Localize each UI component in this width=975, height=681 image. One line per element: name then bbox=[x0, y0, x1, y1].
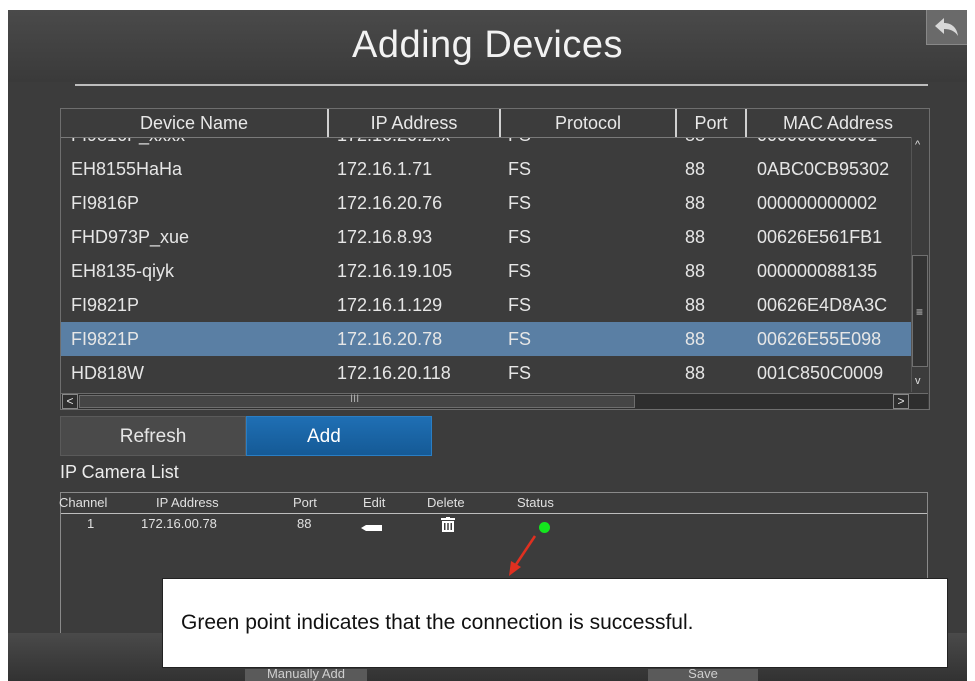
cell-port: 88 bbox=[685, 363, 706, 383]
trash-icon[interactable] bbox=[440, 517, 456, 533]
table-row[interactable]: EH8135-qiyk 172.16.19.105 FS 88 00000008… bbox=[61, 254, 911, 288]
column-header-port: Port bbox=[293, 495, 317, 510]
cell-ip-address: 172.16.20.118 bbox=[337, 363, 451, 383]
edit-icon[interactable] bbox=[361, 523, 383, 533]
cell-protocol: FS bbox=[508, 138, 531, 152]
scroll-down-icon[interactable]: v bbox=[915, 375, 921, 387]
cell-port: 88 bbox=[297, 516, 312, 531]
cell-port: 88 bbox=[685, 193, 706, 213]
cell-device-name: EH8155HaHa bbox=[71, 159, 183, 179]
cell-mac-address: 0ABC0CB95302 bbox=[757, 159, 890, 179]
cell-ip-address: 172.16.19.105 bbox=[337, 261, 453, 281]
page-title: Adding Devices bbox=[351, 24, 624, 66]
cell-mac-address: 001C850C0009 bbox=[757, 363, 884, 383]
table-row[interactable]: FI9816P 172.16.20.76 FS 88 000000000002 bbox=[61, 186, 911, 220]
cell-device-name: FI9821P bbox=[71, 295, 140, 315]
cell-mac-address: 000000000001 bbox=[757, 138, 877, 152]
column-header-delete: Delete bbox=[427, 495, 465, 510]
column-header-device-name[interactable]: Device Name bbox=[61, 109, 329, 137]
column-header-ip-address: IP Address bbox=[156, 495, 219, 510]
cell-port: 88 bbox=[685, 295, 706, 315]
cell-ip-address: 172.16.20.2xx bbox=[337, 138, 450, 152]
cell-mac-address: 00626E561FB1 bbox=[757, 227, 883, 247]
cell-ip-address: 172.16.00.78 bbox=[141, 516, 217, 531]
cell-device-name: EH8135-qiyk bbox=[71, 261, 175, 281]
column-header-protocol[interactable]: Protocol bbox=[501, 109, 677, 137]
horizontal-scroll-thumb[interactable]: III bbox=[79, 393, 635, 408]
cell-protocol: FS bbox=[508, 295, 532, 315]
cell-mac-address: 000000000002 bbox=[757, 193, 878, 213]
table-row[interactable]: HD818W 172.16.20.118 FS 88 001C850C0009 bbox=[61, 356, 911, 390]
cell-port: 88 bbox=[685, 261, 706, 281]
manually-add-button[interactable]: Manually Add bbox=[245, 669, 367, 681]
scroll-up-icon[interactable]: ^ bbox=[915, 139, 920, 151]
cell-protocol: FS bbox=[508, 193, 532, 213]
device-table: Device Name IP Address Protocol Port MAC… bbox=[60, 108, 930, 410]
ip-camera-list-label: IP Camera List bbox=[60, 462, 179, 482]
table-row-selected[interactable]: FI9821P 172.16.20.78 FS 88 00626E55E098 bbox=[61, 322, 911, 356]
add-button[interactable]: Add bbox=[246, 416, 432, 456]
back-arrow-icon bbox=[935, 18, 958, 36]
annotation-callout: Green point indicates that the connectio… bbox=[162, 578, 948, 668]
title-bar: Adding Devices bbox=[8, 10, 967, 82]
grip-icon: ≡ bbox=[916, 305, 924, 319]
callout-text: Green point indicates that the connectio… bbox=[181, 611, 694, 634]
vertical-scroll-thumb[interactable]: ≡ bbox=[912, 255, 928, 367]
column-header-ip-address[interactable]: IP Address bbox=[329, 109, 501, 137]
table-row[interactable]: FI9816P_xxxx 172.16.20.2xx FS 88 0000000… bbox=[61, 138, 911, 152]
cell-port: 88 bbox=[685, 227, 706, 247]
cell-protocol: FS bbox=[508, 261, 532, 281]
column-header-port[interactable]: Port bbox=[677, 109, 747, 137]
scroll-left-icon[interactable]: < bbox=[62, 394, 78, 409]
cell-ip-address: 172.16.20.78 bbox=[337, 329, 443, 349]
cell-device-name: FHD973P_xue bbox=[71, 227, 190, 247]
column-header-mac-address[interactable]: MAC Address bbox=[747, 109, 929, 137]
table-row[interactable]: FI9821P 172.16.1.129 FS 88 00626E4D8A3C bbox=[61, 288, 911, 322]
callout-arrow-icon bbox=[509, 535, 537, 576]
column-header-edit: Edit bbox=[363, 495, 386, 510]
cell-channel: 1 bbox=[87, 516, 95, 531]
header-divider bbox=[61, 137, 911, 138]
cell-mac-address: 00626E4D8A3C bbox=[757, 295, 888, 315]
table-row[interactable]: FHD973P_xue 172.16.8.93 FS 88 00626E561F… bbox=[61, 220, 911, 254]
cell-device-name: FI9816P bbox=[71, 193, 140, 213]
horizontal-scrollbar[interactable]: < III > bbox=[61, 393, 928, 409]
cell-port: 88 bbox=[685, 138, 705, 152]
vertical-scrollbar[interactable]: ^ ≡ v bbox=[911, 137, 929, 392]
cell-protocol: FS bbox=[508, 363, 532, 383]
cell-ip-address: 172.16.1.129 bbox=[337, 295, 443, 315]
cell-mac-address: 00626E55E098 bbox=[757, 329, 882, 349]
table-row[interactable]: EH8155HaHa 172.16.1.71 FS 88 0ABC0CB9530… bbox=[61, 152, 911, 186]
scroll-right-icon[interactable]: > bbox=[893, 394, 909, 409]
cell-protocol: FS bbox=[508, 329, 532, 349]
back-button[interactable] bbox=[926, 10, 967, 45]
cell-port: 88 bbox=[685, 329, 706, 349]
title-divider bbox=[75, 84, 928, 86]
cell-port: 88 bbox=[685, 159, 706, 179]
cell-ip-address: 172.16.8.93 bbox=[337, 227, 433, 247]
camera-list-header: Channel IP Address Port Edit Delete Stat… bbox=[59, 493, 927, 514]
column-header-status: Status bbox=[517, 495, 554, 510]
refresh-button[interactable]: Refresh bbox=[60, 416, 246, 456]
grip-icon: III bbox=[350, 393, 360, 405]
cell-protocol: FS bbox=[508, 159, 532, 179]
column-header-channel: Channel bbox=[59, 495, 108, 510]
cell-device-name: HD818W bbox=[71, 363, 145, 383]
cell-device-name: FI9821P bbox=[71, 329, 140, 349]
save-button[interactable]: Save bbox=[648, 669, 758, 681]
cell-protocol: FS bbox=[508, 227, 532, 247]
cell-ip-address: 172.16.1.71 bbox=[337, 159, 433, 179]
cell-mac-address: 000000088135 bbox=[757, 261, 878, 281]
cell-ip-address: 172.16.20.76 bbox=[337, 193, 443, 213]
cell-device-name: FI9816P_xxxx bbox=[71, 138, 185, 152]
